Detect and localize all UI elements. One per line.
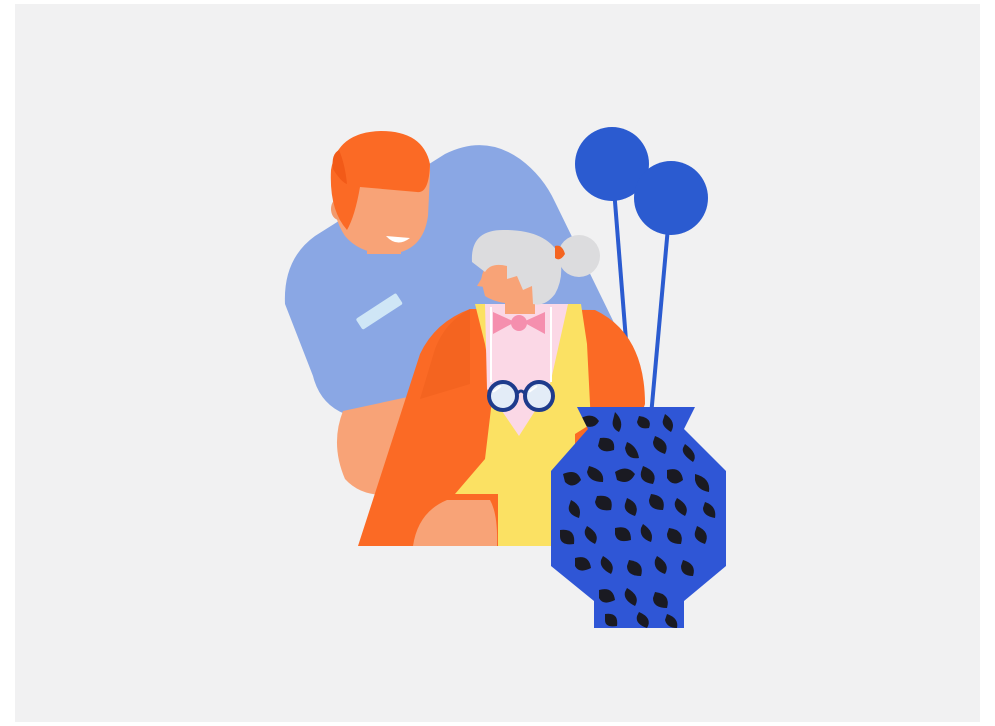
flower-heads bbox=[575, 127, 708, 235]
flower-right bbox=[634, 161, 708, 235]
illustration-canvas bbox=[15, 4, 980, 722]
hair-bun bbox=[558, 235, 600, 277]
illustration-svg bbox=[284, 127, 726, 628]
